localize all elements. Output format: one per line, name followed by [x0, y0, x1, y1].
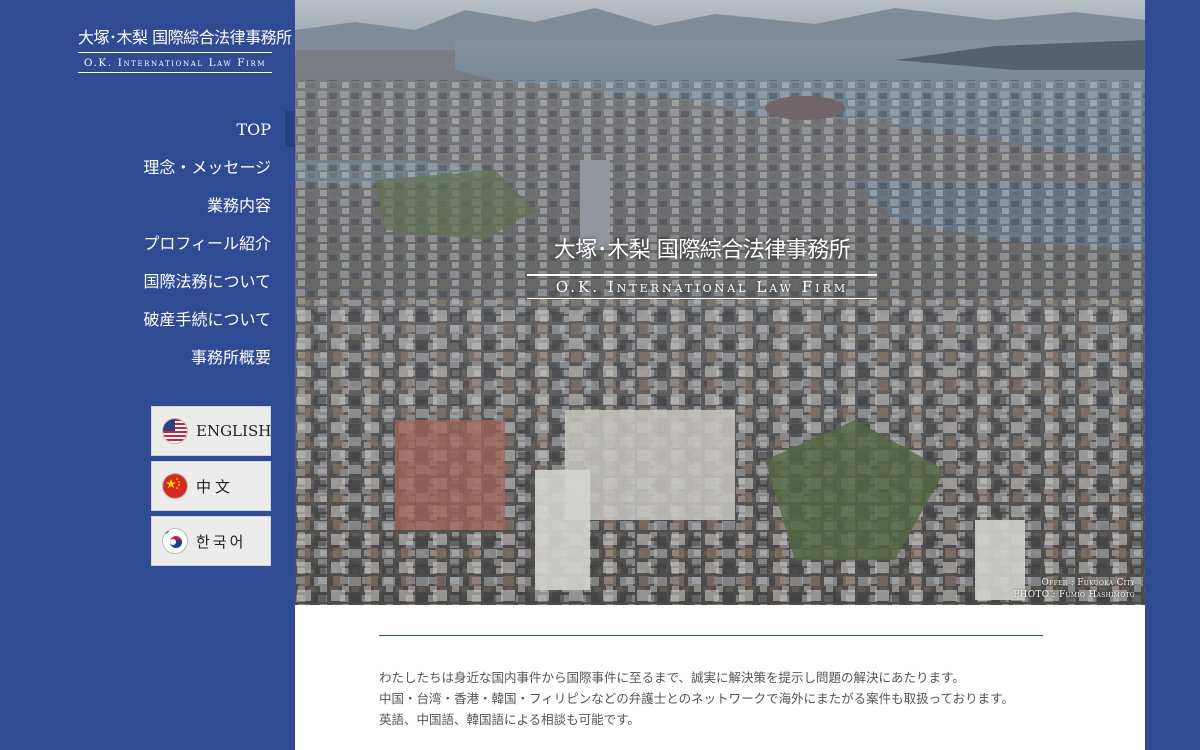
- hero-image: 大塚･木梨 国際綜合法律事務所 O.K. International Law F…: [295, 0, 1145, 605]
- hero-title-divider-bottom: [527, 297, 877, 299]
- logo-japanese-name: 大塚･木梨 国際綜合法律事務所: [78, 28, 292, 47]
- nav-item-international-law[interactable]: 国際法務について: [71, 263, 271, 301]
- city-aerial-photo: [295, 0, 1145, 605]
- hero-title-divider: [527, 274, 877, 276]
- intro-line-3: 英語、中国語、韓国語による相談も可能です。: [379, 712, 640, 727]
- nav-item-bankruptcy[interactable]: 破産手続について: [71, 301, 271, 339]
- intro-line-2: 中国・台湾・香港・韓国・フィリピンなどの弁護士とのネットワークで海外にまたがる案…: [379, 691, 1014, 706]
- intro-divider: [379, 635, 1043, 636]
- nav-item-profile[interactable]: プロフィール紹介: [71, 225, 271, 263]
- logo-divider: [78, 52, 272, 53]
- nav-item-top[interactable]: TOP: [71, 111, 271, 149]
- logo-divider-bottom: [78, 72, 272, 73]
- nav-item-philosophy[interactable]: 理念・メッセージ: [71, 149, 271, 187]
- language-button-korean[interactable]: 한국어: [151, 516, 271, 566]
- nav-item-services[interactable]: 業務内容: [71, 187, 271, 225]
- photo-credit-photographer: PHOTO : Fumio Hashimoto: [1013, 590, 1135, 600]
- hero-title-english: O.K. International Law Firm: [555, 277, 849, 296]
- language-label-english: ENGLISH: [196, 422, 272, 440]
- hero-title: 大塚･木梨 国際綜合法律事務所 O.K. International Law F…: [527, 232, 877, 299]
- intro-panel: わたしたちは身近な国内事件から国際事件に至るまで、誠実に解決策を提示し問題の解決…: [295, 605, 1145, 750]
- nav-active-indicator: [285, 111, 295, 147]
- hero-title-japanese: 大塚･木梨 国際綜合法律事務所: [553, 238, 851, 263]
- language-button-english[interactable]: ENGLISH: [151, 406, 271, 456]
- language-button-chinese[interactable]: 中文: [151, 461, 271, 511]
- sidebar: 大塚･木梨 国際綜合法律事務所 O.K. International Law F…: [0, 0, 295, 750]
- korea-flag-icon: [162, 528, 188, 554]
- main-nav: TOP 理念・メッセージ 業務内容 プロフィール紹介 国際法務について 破産手続…: [71, 111, 271, 377]
- language-label-korean: 한국어: [196, 532, 247, 551]
- us-flag-icon: [162, 418, 188, 444]
- site-logo[interactable]: 大塚･木梨 国際綜合法律事務所 O.K. International Law F…: [78, 28, 292, 73]
- intro-text: わたしたちは身近な国内事件から国際事件に至るまで、誠実に解決策を提示し問題の解決…: [379, 667, 1079, 730]
- photo-credit-offer: Offer : Fukuoka City: [1041, 578, 1135, 588]
- logo-english-name: O.K. International Law Firm: [83, 57, 267, 69]
- photo-credit: Offer : Fukuoka City PHOTO : Fumio Hashi…: [1013, 577, 1135, 601]
- china-flag-icon: [162, 473, 188, 499]
- language-label-chinese: 中文: [196, 477, 235, 496]
- right-margin: [1145, 0, 1200, 750]
- intro-line-1: わたしたちは身近な国内事件から国際事件に至るまで、誠実に解決策を提示し問題の解決…: [379, 670, 965, 685]
- nav-item-office-overview[interactable]: 事務所概要: [71, 339, 271, 377]
